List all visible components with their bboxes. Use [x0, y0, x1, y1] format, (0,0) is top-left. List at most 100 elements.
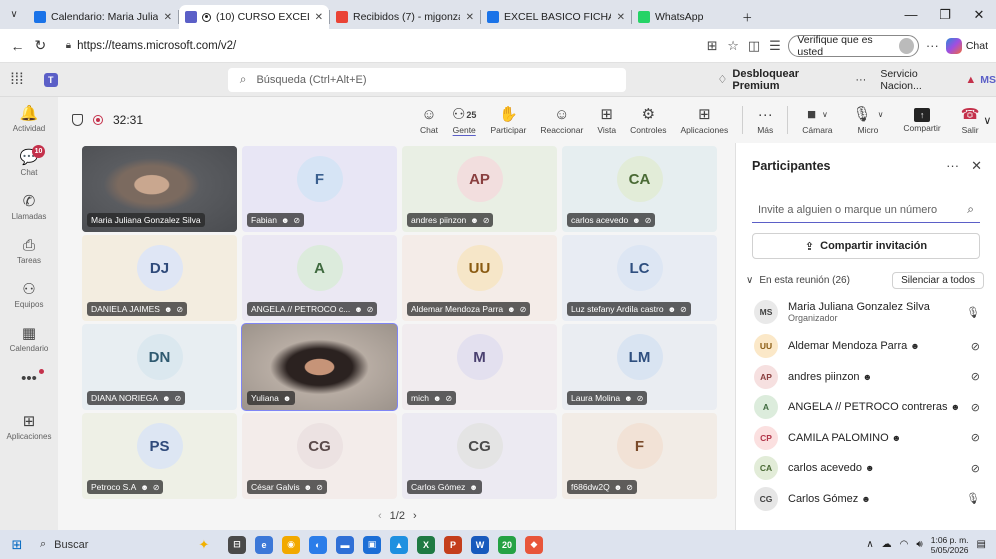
- video-tile[interactable]: DJ DANIELA JAIMES ☻ ⊘: [82, 235, 237, 321]
- clock[interactable]: 1:06 p. m. 5/05/2026: [931, 535, 969, 555]
- participant-row[interactable]: UU Aldemar Mendoza Parra ☻ ⊘: [736, 331, 996, 362]
- control-chat[interactable]: ☺ Chat: [420, 106, 438, 135]
- control-aplicaciones[interactable]: ⊞ Aplicaciones: [680, 106, 728, 135]
- mute-all-button[interactable]: Silenciar a todos: [892, 271, 984, 289]
- rail-item-more[interactable]: •••: [0, 361, 58, 397]
- prev-page-icon[interactable]: ‹: [378, 510, 382, 522]
- chevron-up-icon[interactable]: ∧: [866, 539, 873, 550]
- chrome-app-icon[interactable]: ◉: [282, 535, 300, 554]
- close-tab-icon[interactable]: ✕: [164, 12, 172, 23]
- photos-app-icon[interactable]: ▲: [390, 535, 408, 554]
- participant-row[interactable]: CG Carlos Gómez ☻ 🎙︎: [736, 484, 996, 515]
- participant-row[interactable]: CP CAMILA PALOMINO ☻ ⊘: [736, 423, 996, 454]
- new-tab-button[interactable]: ＋: [736, 5, 759, 29]
- rail-item-actividad[interactable]: 🔔 Actividad: [0, 97, 58, 141]
- excel-app-icon[interactable]: X: [417, 535, 435, 554]
- more-options-icon[interactable]: ···: [855, 74, 866, 86]
- video-tile[interactable]: LC Luz stefany Ardila castro ☻ ⊘: [562, 235, 717, 321]
- video-tile[interactable]: CG Carlos Gómez ☻: [402, 413, 557, 499]
- video-tile[interactable]: F Fabian ☻ ⊘: [242, 146, 397, 232]
- control-reaccionar[interactable]: ☺ Reaccionar: [540, 106, 583, 135]
- browser-tab[interactable]: EXCEL BASICO FICHA 3490883 ✕: [481, 5, 631, 29]
- control-micro[interactable]: 🎙 ∨ Micro: [853, 106, 884, 135]
- whatsapp-app-icon[interactable]: 20: [498, 535, 516, 554]
- store-app-icon[interactable]: ▣: [363, 535, 381, 554]
- control-vista[interactable]: ⊞ Vista: [597, 106, 616, 135]
- favorites-icon[interactable]: ☰: [767, 38, 782, 54]
- rail-item-calendario[interactable]: ▦ Calendario: [0, 317, 58, 361]
- share-invite-button[interactable]: ⇪ Compartir invitación: [752, 233, 980, 259]
- browser-tab[interactable]: Calendario: Maria Juliana Gonz ✕: [28, 5, 178, 29]
- participant-row[interactable]: A ANGELA // PETROCO contreras ☻ ⊘: [736, 392, 996, 423]
- back-icon[interactable]: ←: [6, 38, 29, 54]
- close-window-icon[interactable]: ✕: [962, 7, 996, 23]
- file-explorer-icon[interactable]: ▬: [336, 535, 354, 554]
- close-tab-icon[interactable]: ✕: [617, 12, 625, 23]
- video-tile[interactable]: CG César Galvis ☻ ⊘: [242, 413, 397, 499]
- video-tile[interactable]: CA carlos acevedo ☻ ⊘: [562, 146, 717, 232]
- meeting-info-icon[interactable]: [72, 114, 83, 126]
- chevron-down-icon[interactable]: ∨: [822, 110, 828, 119]
- chevron-down-icon[interactable]: ∨: [878, 110, 884, 119]
- participant-row[interactable]: CA carlos acevedo ☻ ⊘: [736, 453, 996, 484]
- minimize-icon[interactable]: —: [894, 7, 928, 22]
- volume-icon[interactable]: 🔊︎: [916, 539, 922, 550]
- onedrive-icon[interactable]: ☁: [882, 539, 892, 550]
- browser-app-icon[interactable]: ◐: [309, 535, 327, 554]
- app-launcher-icon[interactable]: ⁞⁞⁞: [0, 71, 34, 89]
- favorite-star-icon[interactable]: ☆: [726, 38, 741, 54]
- video-tile[interactable]: LM Laura Molina ☻ ⊘: [562, 324, 717, 410]
- panel-close-icon[interactable]: ✕: [971, 158, 982, 174]
- copilot-sparkle-icon[interactable]: ✦: [184, 537, 224, 553]
- control-más[interactable]: ··· Más: [757, 106, 773, 135]
- app-available-icon[interactable]: ⊞: [705, 38, 720, 54]
- task-view-icon[interactable]: ⊟: [228, 535, 246, 554]
- close-tab-icon[interactable]: ✕: [315, 12, 323, 23]
- chevron-down-icon[interactable]: ∨: [746, 275, 753, 286]
- copilot-chat-button[interactable]: Chat: [945, 37, 988, 54]
- next-page-icon[interactable]: ›: [413, 510, 417, 522]
- url-field[interactable]: 🔒︎ https://teams.microsoft.com/v2/: [55, 33, 705, 58]
- browser-tab[interactable]: WhatsApp: [632, 5, 732, 29]
- unlock-premium-button[interactable]: ♢ Desbloquear Premium ···: [718, 68, 867, 92]
- video-tile[interactable]: AP andres piinzon ☻ ⊘: [402, 146, 557, 232]
- org-switcher[interactable]: Servicio Nacion... ▲ MS: [880, 68, 996, 92]
- control-salir[interactable]: ☎ Salir: [961, 106, 980, 135]
- video-tile[interactable]: Maria Juliana Gonzalez Silva: [82, 146, 237, 232]
- control-camara[interactable]: ■ ∨ Cámara: [802, 106, 832, 135]
- rail-item-tareas[interactable]: ⎙ Tareas: [0, 229, 58, 273]
- powerpoint-app-icon[interactable]: P: [444, 535, 462, 554]
- participant-row[interactable]: MS Maria Juliana Gonzalez Silva Organizado…: [736, 293, 996, 331]
- invite-input[interactable]: Invite a alguien o marque un número ⌕: [752, 197, 980, 223]
- split-screen-icon[interactable]: ◫: [747, 38, 762, 54]
- notifications-icon[interactable]: ▤: [977, 539, 986, 550]
- control-compartir[interactable]: ↑ Compartir: [903, 107, 941, 133]
- tab-list-dropdown-icon[interactable]: ∨: [0, 9, 28, 20]
- rail-item-chat[interactable]: 💬 Chat 10: [0, 141, 58, 185]
- word-app-icon[interactable]: W: [471, 535, 489, 554]
- chevron-down-icon[interactable]: ∨: [983, 114, 991, 127]
- app-icon[interactable]: ◆: [525, 535, 543, 554]
- taskbar-search[interactable]: ⌕ Buscar: [34, 538, 184, 551]
- video-tile[interactable]: Ff686dw2Q ☻ ⊘: [562, 413, 717, 499]
- control-participar[interactable]: ✋ Participar: [490, 106, 526, 135]
- browser-tab[interactable]: Recibidos (7) - mjgonzalez2002 ✕: [330, 5, 480, 29]
- close-tab-icon[interactable]: ✕: [466, 12, 474, 23]
- video-tile[interactable]: A ANGELA // PETROCO c... ☻ ⊘: [242, 235, 397, 321]
- rail-item-llamadas[interactable]: ✆ Llamadas: [0, 185, 58, 229]
- verify-identity-button[interactable]: Verifique que es usted: [788, 34, 919, 58]
- rail-item-aplicaciones[interactable]: ⊞ Aplicaciones: [0, 405, 58, 449]
- video-tile[interactable]: UU Aldemar Mendoza Parra ☻ ⊘: [402, 235, 557, 321]
- video-tile[interactable]: DN DIANA NORIEGA ☻ ⊘: [82, 324, 237, 410]
- restore-icon[interactable]: ❐: [928, 7, 962, 23]
- refresh-icon[interactable]: ↻: [29, 37, 52, 54]
- windows-start-icon[interactable]: ⊞: [0, 537, 34, 553]
- browser-tab[interactable]: (10) CURSO EXCEL BASICO ✕: [179, 5, 329, 29]
- video-tile[interactable]: Mmich ☻ ⊘: [402, 324, 557, 410]
- control-controles[interactable]: ⚙ Controles: [630, 106, 666, 135]
- control-gente[interactable]: ⚇ 25 Gente: [452, 106, 476, 135]
- panel-more-icon[interactable]: ···: [946, 158, 959, 174]
- edge-app-icon[interactable]: e: [255, 535, 273, 554]
- rail-item-equipos[interactable]: ⚇ Equipos: [0, 273, 58, 317]
- browser-menu-icon[interactable]: ···: [925, 38, 940, 53]
